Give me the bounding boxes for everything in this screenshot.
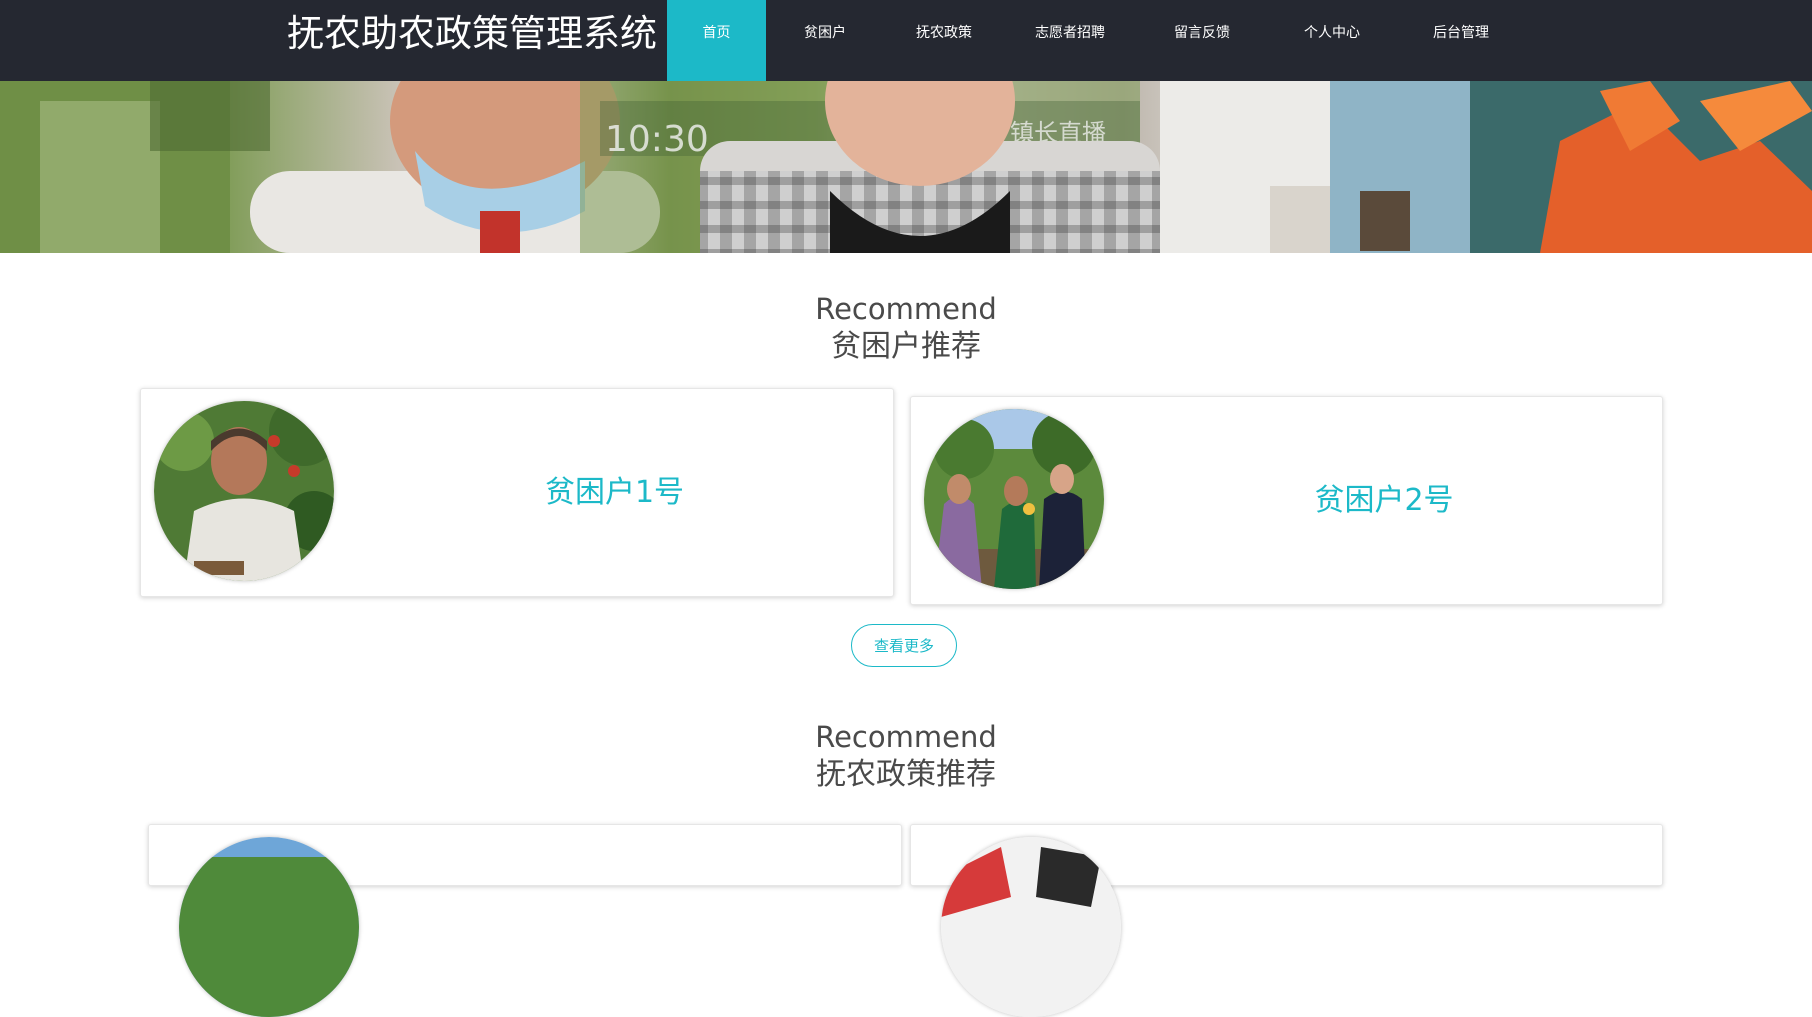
section-title-en: Recommend [815, 292, 997, 326]
household-name[interactable]: 贫困户2号 [1106, 481, 1662, 521]
site-title[interactable]: 抚农助农政策管理系统 [287, 10, 657, 58]
banner-image: 10:30 镇长直播 [0, 81, 1812, 253]
policy-avatar[interactable] [941, 837, 1121, 1017]
section-title-cn: 抚农政策推荐 [816, 757, 996, 792]
section-poor-households-header: Recommend 贫困户推荐 [0, 291, 1812, 367]
section-title-cn: 贫困户推荐 [831, 329, 981, 364]
banner-carousel[interactable]: 10:30 镇长直播 [0, 81, 1812, 253]
banner-overlay-time: 10:30 [605, 119, 709, 160]
view-more-button[interactable]: 查看更多 [851, 624, 957, 667]
top-navbar: 抚农助农政策管理系统 首页 贫困户 抚农政策 志愿者招聘 留言反馈 个人中心 后… [0, 0, 1812, 81]
policy-card[interactable] [148, 824, 902, 1017]
section-policies-header: Recommend 抚农政策推荐 [0, 719, 1812, 795]
main-nav: 首页 贫困户 抚农政策 志愿者招聘 留言反馈 个人中心 后台管理 [667, 0, 1526, 81]
household-avatar[interactable] [924, 409, 1104, 589]
section-title-en: Recommend [815, 720, 997, 754]
policy-card[interactable] [910, 824, 1663, 1017]
nav-item-policies[interactable]: 抚农政策 [884, 0, 1004, 81]
household-card[interactable]: 贫困户2号 [910, 396, 1663, 605]
nav-item-feedback[interactable]: 留言反馈 [1136, 0, 1268, 81]
nav-item-personal-center[interactable]: 个人中心 [1268, 0, 1396, 81]
nav-item-poor-households[interactable]: 贫困户 [766, 0, 884, 81]
nav-item-volunteer-recruitment[interactable]: 志愿者招聘 [1004, 0, 1136, 81]
household-avatar[interactable] [154, 401, 334, 581]
nav-item-home[interactable]: 首页 [667, 0, 766, 81]
policy-avatar[interactable] [179, 837, 359, 1017]
household-card[interactable]: 贫困户1号 [140, 388, 894, 597]
nav-item-admin[interactable]: 后台管理 [1396, 0, 1526, 81]
household-name[interactable]: 贫困户1号 [336, 473, 893, 513]
